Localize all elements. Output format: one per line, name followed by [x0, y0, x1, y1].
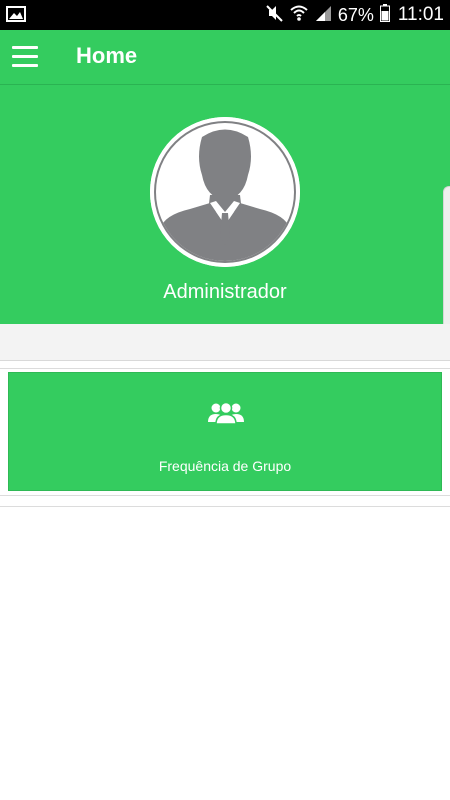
- profile-header: Administrador: [0, 85, 450, 324]
- clock: 11:01: [397, 4, 444, 25]
- profile-name: Administrador: [163, 281, 287, 303]
- hamburger-menu-icon[interactable]: [12, 46, 38, 68]
- battery-percent: 67%: [337, 4, 374, 25]
- menu-card-list: Frequência de Grupo: [0, 368, 450, 496]
- signal-icon: [314, 4, 332, 27]
- image-icon: [6, 6, 26, 27]
- status-bar: 67% 11:01: [0, 0, 450, 30]
- group-icon: [208, 400, 244, 431]
- group-attendance-card[interactable]: Frequência de Grupo: [8, 372, 442, 491]
- wifi-icon: [290, 4, 308, 27]
- battery-icon: [379, 3, 390, 27]
- user-silhouette-icon: [150, 117, 300, 267]
- section-divider: [0, 324, 450, 361]
- app-bar: Home: [0, 30, 450, 85]
- page-title: Home: [76, 43, 138, 68]
- divider: [0, 498, 450, 507]
- card-label: Frequência de Grupo: [158, 458, 292, 474]
- avatar: [150, 117, 300, 267]
- mute-icon: [266, 4, 284, 27]
- drawer-handle[interactable]: [443, 186, 450, 334]
